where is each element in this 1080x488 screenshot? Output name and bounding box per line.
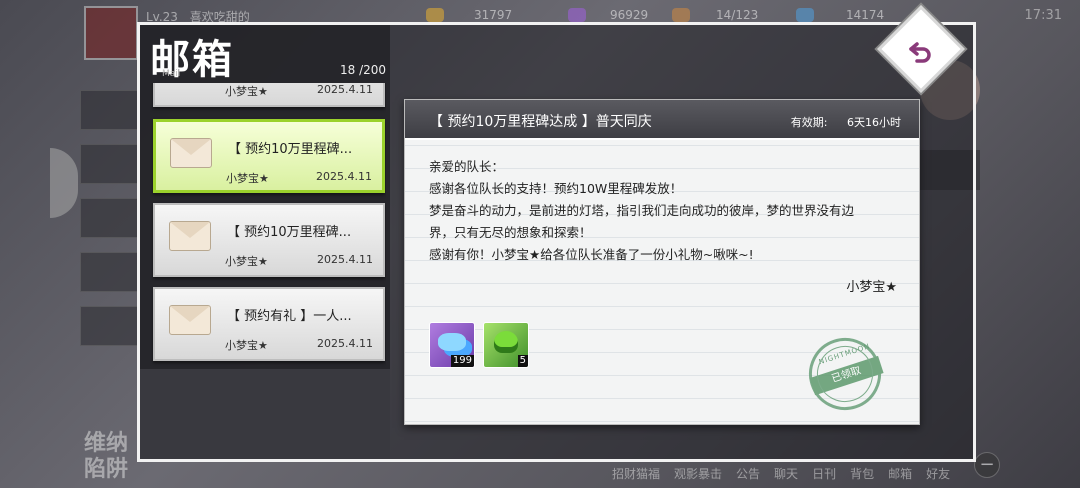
side-menu-item[interactable]: [80, 90, 138, 130]
clock: 17:31: [1024, 8, 1062, 23]
resource-stamina[interactable]: 14/123: [672, 8, 758, 22]
event-banner[interactable]: 维纳 陷阱: [84, 430, 128, 482]
mail-content: 【 预约10万里程碑达成 】普天同庆 有效期: 6天16小时 亲爱的队长： 感谢…: [404, 99, 920, 425]
reward-quantity: 5: [517, 355, 528, 367]
collapse-button[interactable]: −: [974, 452, 1000, 478]
mail-signature: 小梦宝★: [846, 280, 897, 295]
mail-list-item[interactable]: 【 预约10万里程碑... 小梦宝★ 2025.4.11: [153, 203, 385, 277]
resource-gold[interactable]: 31797: [426, 8, 512, 22]
claimed-stamp: NIGHTMOON 已领取: [799, 328, 891, 420]
mail-title: 【 预约10万里程碑达成 】普天同庆: [429, 114, 652, 130]
mail-body: 亲爱的队长： 感谢各位队长的支持！预约10W里程碑发放！ 梦是奋斗的动力，是前进…: [429, 159, 855, 262]
player-avatar[interactable]: [84, 6, 138, 60]
side-menu-item[interactable]: [80, 306, 138, 346]
reward-quantity: 199: [450, 355, 474, 367]
side-menu-item[interactable]: [80, 252, 138, 292]
reward-item[interactable]: 5: [483, 322, 529, 368]
mail-count: 18 /200: [340, 63, 387, 77]
mail-header: 【 预约10万里程碑达成 】普天同庆 有效期: 6天16小时: [405, 100, 919, 140]
nav-item[interactable]: 观影暴击: [674, 465, 722, 482]
resource-gem[interactable]: 96929: [568, 8, 648, 22]
mail-list-item[interactable]: 小梦宝★ 2025.4.11: [153, 83, 385, 107]
nav-item[interactable]: 好友: [926, 465, 950, 482]
mail-list-item[interactable]: 【 预约有礼 】一人... 小梦宝★ 2025.4.11: [153, 287, 385, 361]
nav-item[interactable]: 聊天: [774, 465, 798, 482]
nav-item[interactable]: 招财猫福: [612, 465, 660, 482]
blue-diamond-icon: [438, 333, 466, 351]
gold-coin-icon: [426, 8, 444, 22]
purple-gem-icon: [568, 8, 586, 22]
mail-list-panel: 邮箱 Mail 18 /200 小梦宝★ 2025.4.11 【 预约10万里程…: [140, 25, 390, 459]
mailbox-modal: 邮箱 Mail 18 /200 小梦宝★ 2025.4.11 【 预约10万里程…: [137, 22, 976, 462]
side-handle[interactable]: [50, 148, 78, 218]
list-footer: [140, 369, 390, 459]
envelope-icon: [169, 305, 211, 335]
blue-crystal-icon: [796, 8, 814, 22]
back-arrow-icon[interactable]: [905, 34, 937, 66]
mailbox-subtitle: Mail: [162, 69, 181, 79]
mail-expiry: 有效期: 6天16小时: [790, 116, 901, 129]
stamina-box-icon: [672, 8, 690, 22]
bottom-nav: 招财猫福 观影暴击 公告 聊天 日刊 背包 邮箱 好友: [612, 465, 950, 482]
nav-item[interactable]: 公告: [736, 465, 760, 482]
side-menu-item[interactable]: [80, 144, 138, 184]
green-heart-box-icon: [494, 331, 518, 353]
nav-item[interactable]: 邮箱: [888, 465, 912, 482]
reward-item[interactable]: 199: [429, 322, 475, 368]
side-menu-item[interactable]: [80, 198, 138, 238]
nav-item[interactable]: 背包: [850, 465, 874, 482]
nav-item[interactable]: 日刊: [812, 465, 836, 482]
mail-list[interactable]: 小梦宝★ 2025.4.11 【 预约10万里程碑... 小梦宝★ 2025.4…: [150, 83, 386, 369]
envelope-icon: [170, 138, 212, 168]
resource-crystal[interactable]: 14174: [796, 8, 884, 22]
envelope-icon: [169, 221, 211, 251]
mail-list-item-selected[interactable]: 【 预约10万里程碑... 小梦宝★ 2025.4.11: [153, 119, 385, 193]
